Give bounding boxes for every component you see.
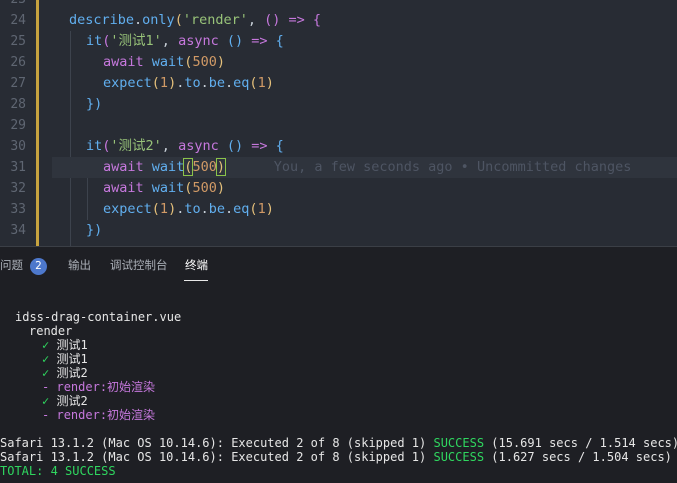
line-number: 32 [10,181,26,196]
run-summary-line: Safari 13.1.2 (Mac OS 10.14.6): Executed… [0,436,677,450]
code-line-33[interactable]: expect(1).to.be.eq(1) [52,199,677,220]
line-number: 31 [10,160,26,175]
line-number: 23 [0,0,26,10]
line-number: 24 [10,13,26,28]
panel-tabs: 问题 2 输出 调试控制台 终端 [0,247,677,283]
tab-problems[interactable]: 问题 [0,257,23,273]
test-file-name: idss-drag-container.vue [15,310,182,324]
code-editor[interactable]: 23 24 25 26 27 28 29 30 31 32 33 34 desc… [0,0,677,246]
tab-output[interactable]: 输出 [68,257,91,273]
code-line-30[interactable]: it('测试2', async () => { [52,136,677,157]
code-line-27[interactable]: expect(1).to.be.eq(1) [52,73,677,94]
total-summary: TOTAL: 4 SUCCESS [0,464,116,478]
git-modified-indicator[interactable] [36,0,39,246]
tab-debug-console[interactable]: 调试控制台 [110,257,168,273]
run-summary-line: Safari 13.1.2 (Mac OS 10.14.6): Executed… [0,450,672,464]
problems-count-badge: 2 [30,258,47,275]
code-line-28[interactable]: }) [52,94,677,115]
line-number: 28 [10,97,26,112]
code-line-26[interactable]: await wait(500) [52,52,677,73]
tab-terminal[interactable]: 终端 [185,257,208,273]
test-result-row: ✓ 测试1 [42,352,88,366]
test-result-row: ✓ 测试1 [42,338,88,352]
test-result-row: ✓ 测试2 [42,394,88,408]
code-line-24[interactable]: describe.only('render', () => { [52,10,677,31]
active-tab-indicator [184,280,208,281]
line-number: 29 [10,118,26,133]
line-number: 27 [10,76,26,91]
bottom-panel: 问题 2 输出 调试控制台 终端 idss-drag-container.vue… [0,246,677,483]
code-line-31[interactable]: await wait(500) You, a few seconds ago •… [52,157,677,178]
line-number: 34 [10,223,26,238]
code-line-25[interactable]: it('测试1', async () => { [52,31,677,52]
test-result-row: ✓ 测试2 [42,366,88,380]
code-line-32[interactable]: await wait(500) [52,178,677,199]
line-number: 25 [10,34,26,49]
code-line-34[interactable]: }) [52,220,677,241]
line-number: 26 [10,55,26,70]
line-number: 30 [10,139,26,154]
test-suite-name: render [29,324,73,338]
line-number: 33 [10,202,26,217]
matching-bracket: ) [215,158,226,176]
git-blame-annotation: You, a few seconds ago • Uncommitted cha… [273,159,632,175]
test-result-row: - render:初始渲染 [42,380,156,394]
test-result-row: - render:初始渲染 [42,408,156,422]
